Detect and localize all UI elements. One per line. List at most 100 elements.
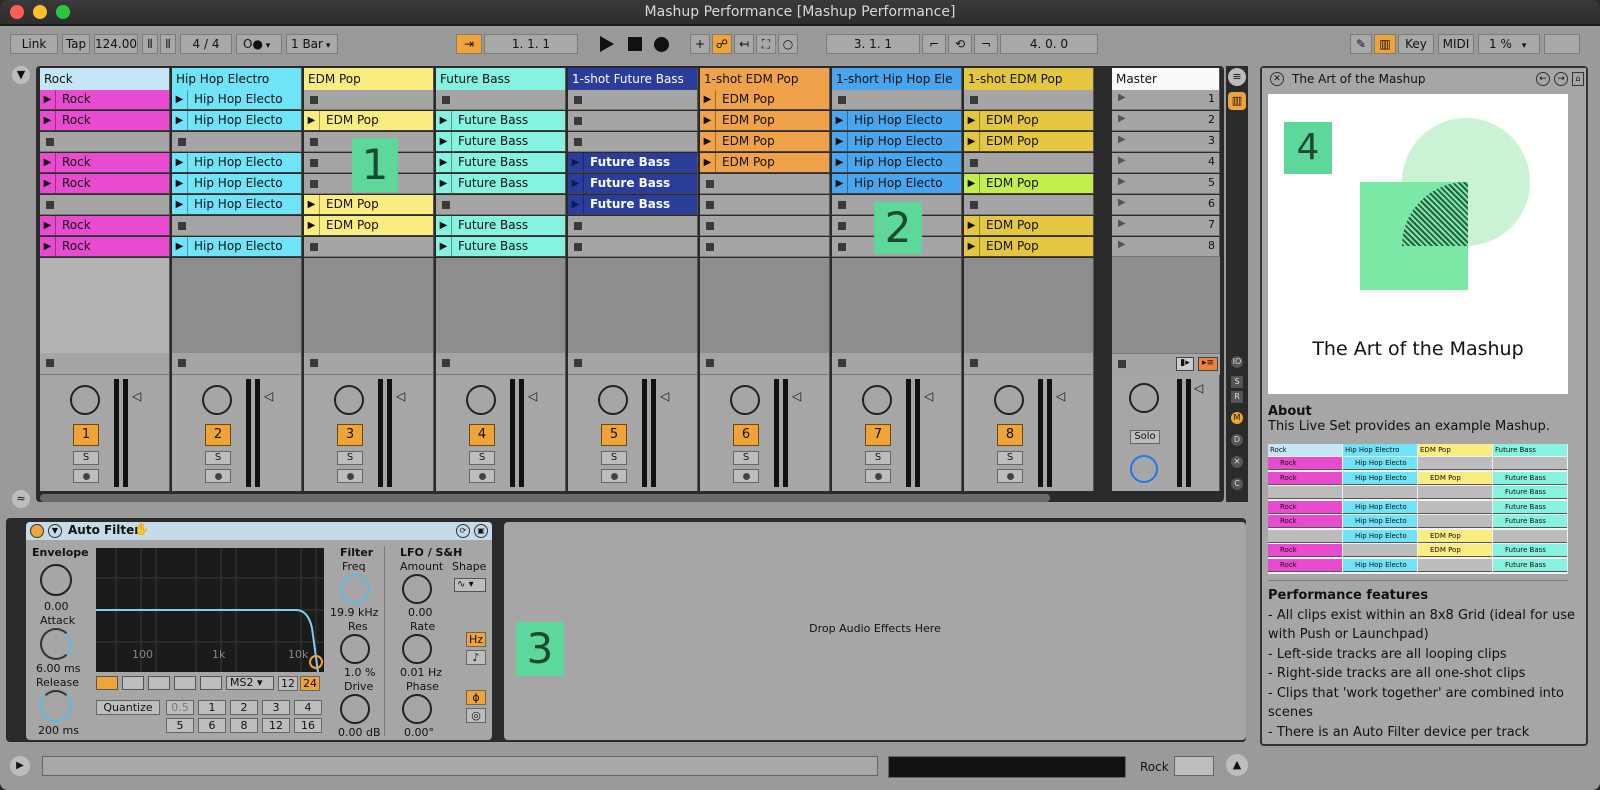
close-window-button[interactable] xyxy=(10,5,24,19)
stop-button-icon[interactable] xyxy=(706,222,714,230)
lowpass-filter-icon[interactable] xyxy=(96,676,118,690)
quantize-option[interactable]: 8 xyxy=(230,718,258,733)
clip-launch-icon[interactable]: ▶ xyxy=(436,111,452,130)
quantization-menu[interactable]: 1 Bar ▾ xyxy=(286,34,338,54)
lfo-rate-knob[interactable] xyxy=(402,634,432,664)
clip-launch-icon[interactable]: ▶ xyxy=(700,90,716,109)
sends-toggle-icon[interactable]: S xyxy=(1231,376,1243,388)
clip-slot[interactable]: ▶ EDM Pop xyxy=(964,174,1094,194)
scene-slot[interactable]: ▶ 2 xyxy=(1112,111,1220,131)
clip-launch-icon[interactable]: ▶ xyxy=(40,216,56,235)
volume-knob[interactable] xyxy=(730,385,760,415)
release-knob[interactable] xyxy=(40,690,72,722)
stop-all-icon[interactable] xyxy=(1118,360,1126,368)
stop-button-icon[interactable] xyxy=(310,138,318,146)
capture-icon[interactable]: ⛶ xyxy=(756,34,776,54)
clip-launch-icon[interactable]: ▶ xyxy=(964,174,980,193)
loop-length-field[interactable]: 4. 0. 0 xyxy=(1000,34,1098,54)
crossfader-toggle-icon[interactable]: ✕ xyxy=(1231,456,1243,468)
master-track-header[interactable]: Master xyxy=(1112,68,1220,90)
clip-launch-icon[interactable]: ▶ xyxy=(832,153,848,172)
empty-clip-slot[interactable] xyxy=(700,237,830,257)
punch-out-icon[interactable]: ¬ xyxy=(974,34,998,54)
stop-button-icon[interactable] xyxy=(970,201,978,209)
scene-launch-icon[interactable]: ▮▸ xyxy=(1176,357,1194,371)
arm-button[interactable] xyxy=(733,469,759,483)
clip-slot[interactable]: ▶ Hip Hop Electo xyxy=(832,174,962,194)
zoom-window-button[interactable] xyxy=(56,5,70,19)
next-page-icon[interactable]: → xyxy=(1554,72,1568,86)
arm-button[interactable] xyxy=(997,469,1023,483)
mixer-toggle-icon[interactable]: M xyxy=(1231,412,1243,424)
clip-launch-icon[interactable]: ▶ xyxy=(172,195,188,214)
solo-button[interactable]: S xyxy=(469,451,495,465)
clip-launch-icon[interactable]: ▶ xyxy=(568,195,584,214)
stop-button-icon[interactable] xyxy=(574,138,582,146)
clip-slot[interactable]: ▶ EDM Pop xyxy=(700,90,830,110)
track-activator-button[interactable]: 2 xyxy=(205,424,231,446)
stop-clips-icon[interactable] xyxy=(574,359,582,367)
session-record-icon[interactable]: ○ xyxy=(778,34,798,54)
nudge-down-icon[interactable]: ⦀ xyxy=(142,34,158,54)
res-knob[interactable] xyxy=(340,634,370,664)
empty-clip-slot[interactable] xyxy=(964,153,1094,173)
clip-slot[interactable]: ▶ Hip Hop Electo xyxy=(172,237,302,257)
empty-clip-slot[interactable] xyxy=(568,90,698,110)
stop-button-icon[interactable] xyxy=(46,201,54,209)
stop-button-icon[interactable] xyxy=(970,159,978,167)
empty-clip-slot[interactable] xyxy=(172,132,302,152)
spin-mode-icon[interactable]: ◎ xyxy=(466,708,486,723)
keyboard-icon[interactable]: ▥ xyxy=(1374,34,1396,54)
record-icon[interactable] xyxy=(654,37,669,52)
stop-clips-icon[interactable] xyxy=(970,359,978,367)
stop-button-icon[interactable] xyxy=(706,201,714,209)
empty-clip-slot[interactable] xyxy=(568,216,698,236)
draw-mode-icon[interactable]: ✎ xyxy=(1350,34,1372,54)
clip-slot[interactable]: ▶ EDM Pop xyxy=(304,111,434,131)
solo-button[interactable]: S xyxy=(337,451,363,465)
bandpass-filter-icon[interactable] xyxy=(148,676,170,690)
stop-button-icon[interactable] xyxy=(706,243,714,251)
clip-launch-icon[interactable]: ▶ xyxy=(172,237,188,256)
lfo-phase-knob[interactable] xyxy=(402,694,432,724)
minimize-window-button[interactable] xyxy=(33,5,47,19)
clip-slot[interactable]: ▶ EDM Pop xyxy=(700,153,830,173)
clip-slot[interactable]: ▶ Rock xyxy=(40,237,170,257)
audio-effects-drop-zone[interactable]: Drop Audio Effects Here xyxy=(504,522,1246,740)
volume-knob[interactable] xyxy=(994,385,1024,415)
slope-12-button[interactable]: 12 xyxy=(278,676,298,691)
clip-launch-icon[interactable]: ▶ xyxy=(700,111,716,130)
freq-knob[interactable] xyxy=(340,574,370,604)
track-header[interactable]: 1-shot Future Bass xyxy=(568,68,698,90)
scene-slot[interactable]: ▶ 8 xyxy=(1112,237,1220,257)
clip-launch-icon[interactable]: ▶ xyxy=(568,153,584,172)
volume-knob[interactable] xyxy=(598,385,628,415)
clip-launch-icon[interactable]: ▶ xyxy=(172,111,188,130)
midi-map-button[interactable]: MIDI xyxy=(1438,34,1474,54)
scene-slot[interactable]: ▶ 7 xyxy=(1112,216,1220,236)
scene-launch-icon[interactable]: ▶ xyxy=(1118,197,1126,208)
clip-slot[interactable]: ▶ Rock xyxy=(40,216,170,236)
clip-slot[interactable]: ▶ EDM Pop xyxy=(964,237,1094,257)
clip-slot[interactable]: ▶ Future Bass xyxy=(436,237,566,257)
stop-icon[interactable] xyxy=(628,37,642,51)
empty-clip-slot[interactable] xyxy=(436,90,566,110)
scene-slot[interactable]: ▶ 5 xyxy=(1112,174,1220,194)
clip-slot[interactable]: ▶ Hip Hop Electo xyxy=(172,174,302,194)
solo-button[interactable]: S xyxy=(601,451,627,465)
stop-button-icon[interactable] xyxy=(838,201,846,209)
stop-button-icon[interactable] xyxy=(574,243,582,251)
punch-in-icon[interactable]: ⌐ xyxy=(922,34,946,54)
scene-slot[interactable]: ▶ 1 xyxy=(1112,90,1220,110)
quantize-option[interactable]: 3 xyxy=(262,700,290,715)
loop-switch-icon[interactable]: ⟲ xyxy=(948,34,972,54)
arm-button[interactable] xyxy=(865,469,891,483)
scene-slot[interactable]: ▶ 4 xyxy=(1112,153,1220,173)
session-scrollbar[interactable] xyxy=(40,494,1050,502)
track-activator-button[interactable]: 1 xyxy=(73,424,99,446)
stop-button-icon[interactable] xyxy=(838,222,846,230)
link-button[interactable]: Link xyxy=(10,34,58,54)
quantize-option[interactable]: 2 xyxy=(230,700,258,715)
scene-launch-icon[interactable]: ▶ xyxy=(1118,218,1126,229)
home-icon[interactable]: ⌂ xyxy=(1572,72,1584,86)
